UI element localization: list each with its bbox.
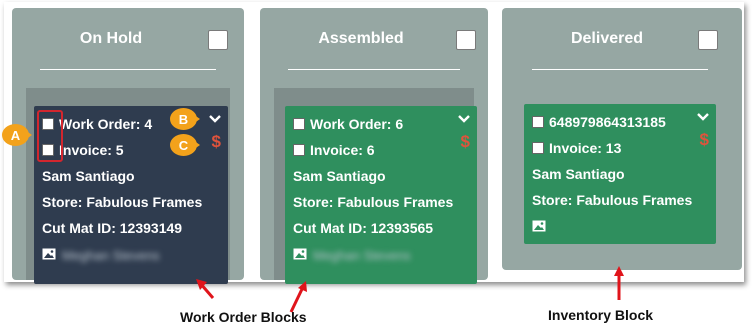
inventory-block-caption: Inventory Block [548, 307, 654, 323]
work-order-blocks-caption: Work Order Blocks [180, 309, 307, 325]
annotation-arrows [196, 266, 624, 313]
